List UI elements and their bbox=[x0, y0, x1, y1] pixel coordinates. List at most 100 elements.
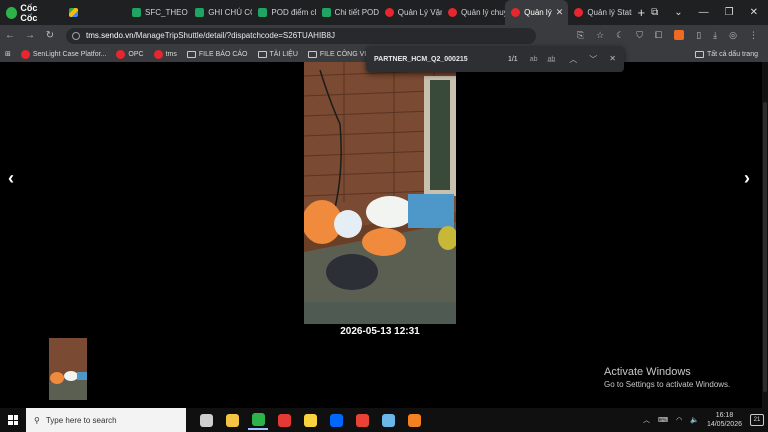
all-bookmarks[interactable]: Tất cả dấu trang bbox=[695, 50, 768, 58]
match-case-icon[interactable]: ab bbox=[530, 56, 538, 63]
next-photo-button[interactable]: › bbox=[744, 168, 750, 189]
delivery-photo-image bbox=[304, 62, 456, 324]
tab-label: Chi tiết POD bbox=[334, 8, 379, 17]
task-view-button[interactable] bbox=[196, 410, 216, 430]
page-scrollbar[interactable] bbox=[762, 62, 768, 408]
network-icon[interactable]: ◠ bbox=[676, 416, 682, 424]
tab-ghi-chu[interactable]: GHI CHÚ CÔ bbox=[189, 0, 252, 25]
extension-app-icon[interactable] bbox=[674, 30, 685, 40]
tab-quan-ly-stati[interactable]: Quản lý Stati bbox=[568, 0, 632, 25]
scrollbar-thumb[interactable] bbox=[763, 102, 767, 392]
menu-icon[interactable]: ⋮ bbox=[749, 30, 758, 41]
back-icon[interactable]: ← bbox=[0, 30, 20, 41]
bookmark-folder-tai-lieu[interactable]: TÀI LIỆU bbox=[253, 50, 303, 58]
dark-mode-icon[interactable]: ☾ bbox=[616, 30, 624, 41]
bookmark-label: FILE BÁO CÁO bbox=[198, 50, 248, 58]
start-button[interactable] bbox=[0, 408, 26, 432]
address-bar-row: ← → ↻ tms.sendo.vn/ManageTripShuttle/det… bbox=[0, 25, 768, 46]
apps-grid-icon[interactable]: ⊞ bbox=[0, 50, 16, 58]
browser-brand[interactable]: Cốc Cốc bbox=[0, 0, 63, 25]
chrome-button[interactable] bbox=[352, 410, 372, 430]
bookmark-tms[interactable]: tms bbox=[149, 49, 182, 59]
url-input[interactable]: tms.sendo.vn/ManageTripShuttle/detail/?d… bbox=[66, 27, 536, 44]
site-info-icon[interactable] bbox=[72, 31, 80, 40]
new-tab-icon[interactable]: + bbox=[632, 5, 652, 20]
profile-icon[interactable]: ◎ bbox=[729, 30, 737, 41]
file-explorer-button[interactable] bbox=[222, 410, 242, 430]
close-window-icon[interactable]: ✕ bbox=[750, 7, 758, 18]
clock-time: 16:18 bbox=[715, 412, 734, 419]
chevron-up-icon[interactable]: ︿ bbox=[643, 415, 650, 425]
previous-photo-button[interactable]: ‹ bbox=[8, 168, 14, 189]
coccoc-browser-button[interactable] bbox=[248, 410, 268, 430]
tab-label: GHI CHÚ CÔ bbox=[208, 8, 253, 17]
sendo-icon bbox=[447, 8, 457, 17]
tab-pod-diem[interactable]: POD điểm cl bbox=[252, 0, 316, 25]
coccoc-logo-icon bbox=[6, 6, 18, 19]
taskbar-search-box[interactable]: ⚲ Type here to search bbox=[26, 408, 186, 432]
windows-taskbar: ⚲ Type here to search ︿ ⌨ ◠ 🔈 16:18 14/0… bbox=[0, 408, 768, 432]
tab-label: Quản lý Stati bbox=[587, 8, 632, 17]
tab-quan-ly-active[interactable]: Quản lý ✕ bbox=[505, 0, 569, 25]
photo-thumbnail-image bbox=[49, 338, 87, 400]
url-text: tms.sendo.vn/ManageTripShuttle/detail/?d… bbox=[86, 31, 335, 40]
extensions-icon[interactable]: ⧠ bbox=[655, 30, 662, 41]
minimize-icon[interactable]: — bbox=[699, 7, 709, 18]
app-button[interactable] bbox=[378, 410, 398, 430]
close-icon[interactable]: ✕ bbox=[556, 7, 564, 18]
translate-icon[interactable]: ⎘ bbox=[577, 30, 584, 41]
clock[interactable]: 16:18 14/05/2026 bbox=[707, 411, 742, 429]
bookmark-label: OPC bbox=[128, 50, 144, 58]
url-host: tms.sendo.vn bbox=[86, 31, 134, 40]
bookmark-opc[interactable]: OPC bbox=[111, 49, 148, 59]
wps-office-button[interactable] bbox=[274, 410, 294, 430]
chevron-down-icon[interactable]: ⌄ bbox=[674, 7, 682, 18]
volume-icon[interactable]: 🔈 bbox=[690, 416, 699, 424]
brand-label: Cốc Cốc bbox=[20, 2, 38, 23]
chevron-down-icon[interactable]: ﹀ bbox=[589, 54, 597, 65]
zalo-button[interactable] bbox=[326, 410, 346, 430]
app-orange-icon bbox=[407, 413, 421, 427]
folder-icon bbox=[186, 50, 196, 58]
close-icon[interactable]: ✕ bbox=[609, 54, 616, 65]
tab-search-icon[interactable]: ⧉ bbox=[651, 7, 658, 18]
notification-center-button[interactable]: 21 bbox=[750, 414, 764, 426]
shield-icon[interactable]: ⛉ bbox=[636, 30, 643, 41]
find-in-page-bar: PARTNER_HCM_Q2_000215 1/1 ab a̲b̲ ︿ ﹀ ✕ bbox=[366, 46, 624, 72]
reload-icon[interactable]: ↻ bbox=[40, 30, 60, 41]
sendo-icon bbox=[511, 8, 521, 17]
system-tray: ︿ ⌨ ◠ 🔈 16:18 14/05/2026 21 bbox=[643, 411, 768, 429]
taskbar-apps bbox=[196, 410, 424, 430]
chevron-up-icon[interactable]: ︿ bbox=[569, 54, 577, 65]
sidebar-icon[interactable]: ▯ bbox=[696, 30, 701, 41]
sendo-icon bbox=[574, 8, 584, 17]
tab-chi-tiet-pod[interactable]: Chi tiết POD bbox=[316, 0, 379, 25]
tab-drive[interactable] bbox=[63, 0, 126, 25]
restore-icon[interactable]: ❐ bbox=[725, 7, 734, 18]
sendo-icon bbox=[20, 49, 30, 59]
bookmark-senlight[interactable]: SenLight Case Platfor... bbox=[16, 49, 112, 59]
sticky-notes-button[interactable] bbox=[300, 410, 320, 430]
coccoc-browser-icon bbox=[251, 412, 265, 426]
browser-tab-strip: Cốc Cốc SFC_THEO D GHI CHÚ CÔ POD điểm c… bbox=[0, 0, 768, 25]
tab-quan-ly-van[interactable]: Quản Lý Vận bbox=[379, 0, 442, 25]
bookmark-star-icon[interactable]: ☆ bbox=[596, 30, 604, 41]
keyboard-icon[interactable]: ⌨ bbox=[658, 416, 668, 424]
app-orange-button[interactable] bbox=[404, 410, 424, 430]
whole-word-icon[interactable]: a̲b̲ bbox=[548, 56, 556, 63]
sheets-icon bbox=[132, 8, 142, 17]
sticky-notes-icon bbox=[303, 413, 317, 427]
find-query-input[interactable]: PARTNER_HCM_Q2_000215 bbox=[374, 56, 468, 63]
photo-timestamp: 2026-05-13 12:31 bbox=[340, 326, 420, 337]
sendo-icon bbox=[384, 8, 394, 17]
find-match-count: 1/1 bbox=[507, 55, 518, 63]
tab-sfc[interactable]: SFC_THEO D bbox=[126, 0, 189, 25]
photo-thumbnail[interactable] bbox=[49, 338, 87, 400]
download-icon[interactable]: ⤓ bbox=[713, 30, 717, 41]
spreadsheet-icon bbox=[321, 8, 331, 17]
forward-icon[interactable]: → bbox=[20, 30, 40, 41]
tab-quan-ly-chuy[interactable]: Quản lý chuy bbox=[442, 0, 505, 25]
bookmark-folder-bao-cao[interactable]: FILE BÁO CÁO bbox=[182, 50, 253, 58]
search-placeholder: Type here to search bbox=[45, 415, 117, 425]
activate-windows-watermark: Activate Windows Go to Settings to activ… bbox=[604, 366, 730, 389]
